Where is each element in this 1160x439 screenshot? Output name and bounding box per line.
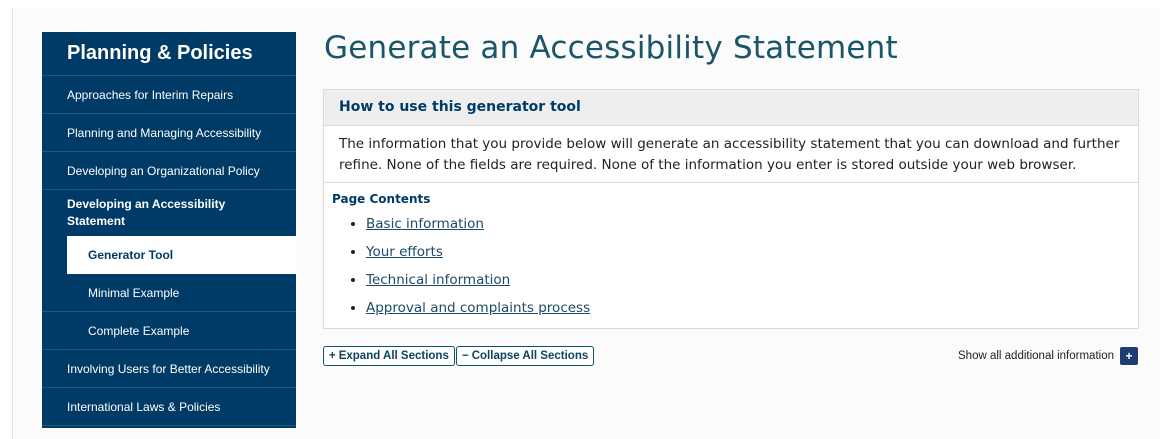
- show-all-toggle-button[interactable]: +: [1119, 347, 1138, 365]
- link-basic-information[interactable]: Basic information: [366, 216, 484, 232]
- plus-icon: +: [329, 350, 336, 362]
- minus-icon: −: [462, 350, 469, 362]
- sidebar-item-organizational-policy[interactable]: Developing an Organizational Policy: [42, 152, 296, 190]
- expand-all-label: Expand All Sections: [338, 350, 449, 362]
- info-box-heading: How to use this generator tool: [324, 90, 1138, 126]
- sidebar-item-international-laws[interactable]: International Laws & Policies: [42, 388, 296, 426]
- show-all-label: Show all additional information: [958, 350, 1114, 362]
- sidebar-item-accessibility-statement[interactable]: Developing an Accessibility Statement: [42, 190, 296, 236]
- page-contents: Page Contents Basic information Your eff…: [324, 183, 1138, 322]
- list-item: Approval and complaints process: [366, 294, 1130, 322]
- sidebar-item-involving-users[interactable]: Involving Users for Better Accessibility: [42, 350, 296, 388]
- sidebar-item-generator-tool[interactable]: Generator Tool: [67, 236, 296, 274]
- link-your-efforts[interactable]: Your efforts: [366, 244, 443, 260]
- sidebar-title[interactable]: Planning & Policies: [42, 32, 296, 76]
- show-all-additional-info: Show all additional information +: [958, 346, 1138, 366]
- list-item: Your efforts: [366, 238, 1130, 266]
- page-title: Generate an Accessibility Statement: [324, 30, 898, 66]
- sidebar-item-interim-repairs[interactable]: Approaches for Interim Repairs: [42, 76, 296, 114]
- link-technical-information[interactable]: Technical information: [366, 272, 510, 288]
- page-contents-title: Page Contents: [332, 192, 431, 206]
- info-box: How to use this generator tool The infor…: [323, 89, 1139, 329]
- list-item: Technical information: [366, 266, 1130, 294]
- sidebar-item-minimal-example[interactable]: Minimal Example: [42, 274, 296, 312]
- page-contents-list: Basic information Your efforts Technical…: [332, 210, 1130, 322]
- info-box-body: The information that you provide below w…: [324, 126, 1138, 183]
- collapse-all-label: Collapse All Sections: [471, 350, 589, 362]
- expand-all-button[interactable]: + Expand All Sections: [323, 346, 455, 366]
- sidebar-nav: Planning & Policies Approaches for Inter…: [42, 32, 296, 428]
- collapse-all-button[interactable]: − Collapse All Sections: [456, 346, 595, 366]
- sidebar-item-complete-example[interactable]: Complete Example: [42, 312, 296, 350]
- sidebar-item-planning-managing[interactable]: Planning and Managing Accessibility: [42, 114, 296, 152]
- link-approval-complaints[interactable]: Approval and complaints process: [366, 300, 590, 316]
- list-item: Basic information: [366, 210, 1130, 238]
